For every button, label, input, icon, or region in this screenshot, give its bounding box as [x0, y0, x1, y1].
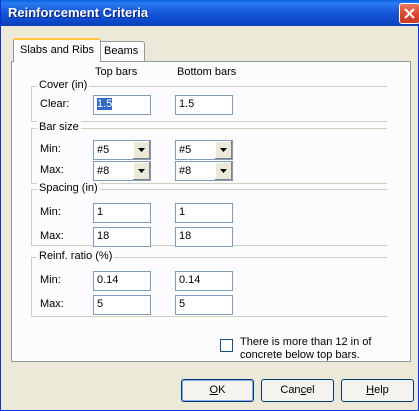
- bar-size-top-min-select[interactable]: #5: [93, 140, 151, 160]
- ok-label-rest: K: [218, 384, 226, 396]
- spacing-top-min-input[interactable]: 1: [93, 203, 151, 223]
- reinf-ratio-legend: Reinf. ratio (%): [37, 250, 115, 262]
- input-value: 0.14: [179, 274, 201, 286]
- cover-bottom-input[interactable]: 1.5: [175, 95, 233, 115]
- chevron-down-icon: [138, 148, 145, 152]
- input-value: 0.14: [97, 274, 119, 286]
- concrete-below-label: There is more than 12 in of concrete bel…: [240, 336, 410, 362]
- input-value: 1: [97, 206, 104, 218]
- spacing-legend: Spacing (in): [37, 182, 100, 194]
- spacing-bottom-max-input[interactable]: 18: [175, 227, 233, 247]
- close-button[interactable]: [399, 3, 419, 24]
- cancel-button[interactable]: Cancel: [261, 379, 334, 402]
- tab-label: Slabs and Ribs: [20, 44, 94, 56]
- select-value: #8: [179, 165, 192, 177]
- reinf-ratio-max-label: Max:: [40, 298, 64, 310]
- cancel-label-pre: Can: [280, 384, 301, 396]
- ok-accelerator: O: [209, 384, 219, 396]
- chevron-down-icon: [138, 169, 145, 173]
- input-value: 5: [179, 298, 186, 310]
- bottom-bars-header: Bottom bars: [177, 66, 237, 78]
- cover-bottom-value: 1.5: [179, 98, 195, 110]
- reinf-ratio-bottom-min-input[interactable]: 0.14: [175, 271, 233, 291]
- input-value: 5: [97, 298, 104, 310]
- top-bars-header: Top bars: [95, 66, 138, 78]
- tab-slabs-and-ribs[interactable]: Slabs and Ribs: [13, 38, 101, 62]
- cancel-label-rest: el: [306, 384, 315, 396]
- cover-legend: Cover (in): [37, 79, 90, 91]
- chevron-down-icon: [220, 169, 227, 173]
- dropdown-button[interactable]: [214, 141, 232, 159]
- concrete-below-line1: There is more than 12 in of: [240, 336, 372, 348]
- spacing-bottom-min-input[interactable]: 1: [175, 203, 233, 223]
- window-title: Reinforcement Criteria: [8, 5, 149, 20]
- chevron-down-icon: [220, 148, 227, 152]
- reinf-ratio-min-label: Min:: [40, 274, 61, 286]
- bar-size-max-label: Max:: [40, 164, 64, 176]
- select-value: #5: [97, 144, 110, 156]
- spacing-min-label: Min:: [40, 206, 61, 218]
- clear-label: Clear:: [40, 98, 70, 110]
- dropdown-button[interactable]: [132, 162, 150, 180]
- reinf-ratio-bottom-max-input[interactable]: 5: [175, 295, 233, 315]
- input-value: 18: [179, 230, 192, 242]
- reinf-ratio-top-min-input[interactable]: 0.14: [93, 271, 151, 291]
- input-value: 1: [179, 206, 186, 218]
- spacing-max-label: Max:: [40, 230, 64, 242]
- concrete-below-line2: concrete below top bars.: [240, 349, 360, 361]
- help-button[interactable]: Help: [341, 379, 414, 402]
- dropdown-button[interactable]: [214, 162, 232, 180]
- select-value: #8: [97, 165, 110, 177]
- reinf-ratio-top-max-input[interactable]: 5: [93, 295, 151, 315]
- bar-size-bottom-min-select[interactable]: #5: [175, 140, 233, 160]
- cover-top-input[interactable]: 1.5: [93, 95, 151, 115]
- help-label-rest: elp: [374, 384, 389, 396]
- tab-beams[interactable]: Beams: [97, 41, 146, 62]
- select-value: #5: [179, 144, 192, 156]
- dropdown-button[interactable]: [132, 141, 150, 159]
- spacing-top-max-input[interactable]: 18: [93, 227, 151, 247]
- input-value: 18: [97, 230, 110, 242]
- cover-top-value: 1.5: [97, 98, 113, 110]
- ok-button[interactable]: OK: [181, 379, 254, 402]
- title-bar[interactable]: Reinforcement Criteria: [1, 0, 419, 26]
- bar-size-top-max-select[interactable]: #8: [93, 161, 151, 181]
- concrete-below-checkbox[interactable]: [220, 339, 233, 352]
- bar-size-bottom-max-select[interactable]: #8: [175, 161, 233, 181]
- help-accelerator: H: [366, 384, 375, 396]
- bar-size-min-label: Min:: [40, 143, 61, 155]
- tab-label: Beams: [104, 45, 139, 57]
- bar-size-legend: Bar size: [37, 121, 81, 133]
- close-icon: [404, 8, 415, 19]
- dialog-window: Reinforcement Criteria Slabs and Ribs Be…: [0, 0, 419, 411]
